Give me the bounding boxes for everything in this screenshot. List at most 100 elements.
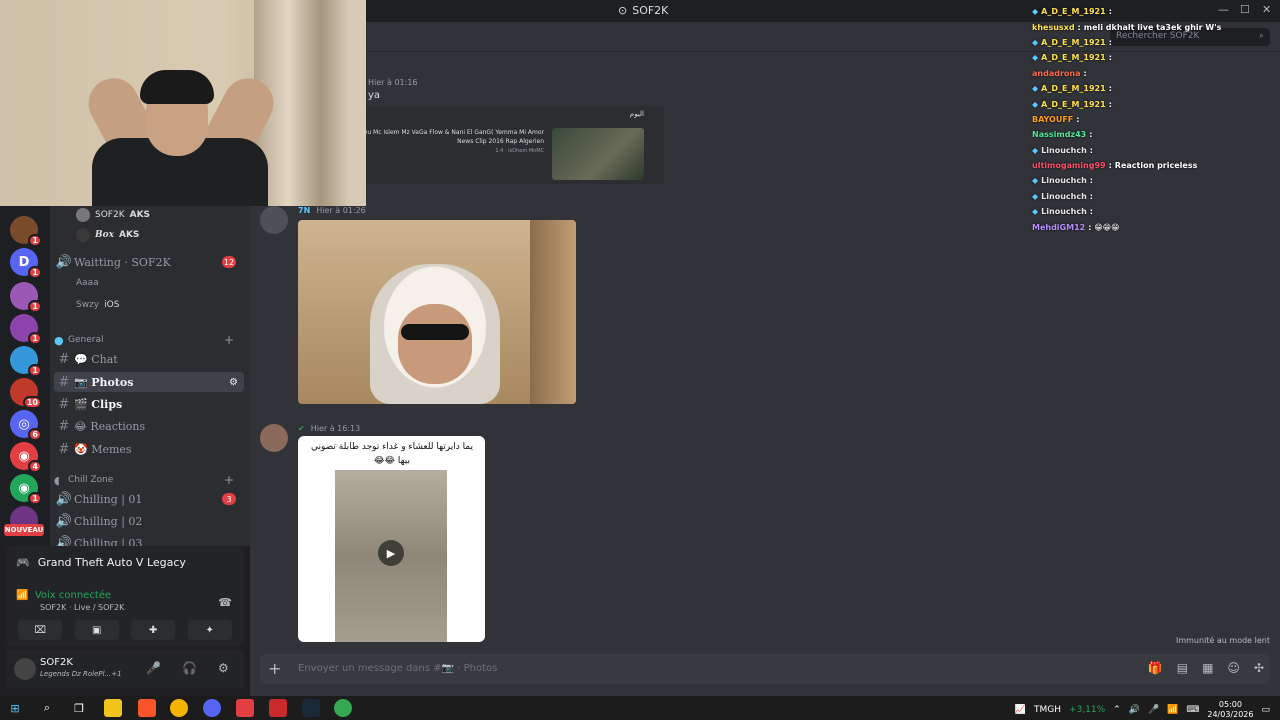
speaker-icon: 🔊 [55,513,73,529]
headphones-icon[interactable]: 🎧 [182,661,197,675]
server-icon: ⊙ [618,4,628,17]
server-icon-1[interactable]: 1 [10,216,42,247]
game-activity[interactable]: 🎮 Grand Theft Auto V Legacy [16,556,186,569]
sticker-icon[interactable]: ▦ [1202,661,1213,675]
chat-line: ◆ Linouchch : [1032,145,1093,155]
server-icon-2[interactable]: D1 [10,248,42,279]
play-icon[interactable]: ▶ [378,540,404,566]
activity-panel: 🎮 Grand Theft Auto V Legacy 📶 Voix conne… [6,546,244,646]
server-icon-6[interactable]: 10 [10,378,42,409]
server-icon-3[interactable]: 1 [10,282,42,313]
chevron-up-icon[interactable]: ⌃ [1113,705,1121,715]
notifications-icon[interactable]: ▭ [1261,705,1270,715]
steam-icon[interactable] [302,699,320,717]
app-icon[interactable] [236,699,254,717]
photo-attachment[interactable] [298,220,576,404]
channel-memes[interactable]: # 🤡 Memes [54,439,244,459]
message-input[interactable]: Envoyer un message dans #📷 · Photos [298,663,497,674]
avatar[interactable] [260,206,288,234]
emoji-icon[interactable]: ☺ [1227,661,1240,675]
voice-channel-chilling-03[interactable]: 🔊 Chilling | 03 [54,533,244,547]
channel-clips[interactable]: # 🎬 Clips [54,394,244,414]
add-attachment-icon[interactable]: + [268,659,281,678]
voice-channel-waiting[interactable]: 🔊 Waitting · SOF2K 12 [54,252,244,272]
embed-header: اليوم [629,110,644,118]
badge-icon: ◆ [1032,191,1039,201]
embed-title[interactable]: m Feu Mc Islem Mz VaGa Flow & Nani El Ga… [344,128,544,146]
voice-user[interactable]: Aaaa [76,274,99,292]
network-icon[interactable]: 📶 [1167,705,1178,715]
volume-icon[interactable]: 🔊 [1129,705,1140,715]
message-header: ✔ Hier à 16:13 [298,424,361,433]
avatar [76,208,90,222]
youtube-embed[interactable]: اليوم m Feu Mc Islem Mz VaGa Flow & Nani… [353,106,664,184]
badge-icon: ◆ [1032,176,1039,186]
server-icon-5[interactable]: 1 [10,346,42,377]
chrome-icon[interactable] [334,699,352,717]
adobe-icon[interactable] [269,699,287,717]
server-icon-7[interactable]: ◎ 6 [10,410,42,441]
chrome-icon[interactable] [170,699,188,717]
settings-icon[interactable]: ⚙ [218,661,229,675]
user-name: SOF2K [40,657,73,668]
hangup-icon[interactable]: ☎ [218,596,232,609]
voice-channel-chilling-01[interactable]: 🔊 Chilling | 01 3 [54,489,244,509]
speaker-icon: 🔊 [55,254,73,270]
category-chill-zone[interactable]: ◖ Chill Zone + [54,470,244,490]
channel-photos[interactable]: # 📷 Photos ⚙ [54,372,244,392]
video-attachment[interactable]: يما دايرتها للعشاء و غداء توجد طابلة تصو… [298,436,485,642]
voice-channel-chilling-02[interactable]: 🔊 Chilling | 02 [54,511,244,531]
windows-start-icon[interactable]: ⊞ [6,699,24,717]
apps-icon[interactable]: ✣ [1254,661,1264,675]
chat-line: ◆ A_D_E_M_1921 : [1032,53,1112,63]
chat-line: ultimogaming99 : Reaction priceless [1032,161,1198,171]
voice-status[interactable]: 📶 Voix connectée [16,590,111,601]
chat-line: MehdiGM12 : 😁😁😁 [1032,222,1120,232]
gif-icon[interactable]: ▤ [1177,661,1188,675]
game-icon: 🎮 [16,556,30,569]
chat-line: ◆ A_D_E_M_1921 : [1032,99,1112,109]
channel-chat[interactable]: # 💬 Chat [54,349,244,369]
task-view-icon[interactable]: ❐ [70,699,88,717]
microphone-icon[interactable]: 🎤 [146,661,161,675]
message-text: ya [368,90,381,101]
voice-user[interactable]: SOF2K AKS [76,206,150,224]
settings-icon[interactable]: ⚙ [229,377,238,388]
badge-icon: ◆ [1032,145,1039,155]
discord-icon[interactable] [203,699,221,717]
voice-user[interactable]: Box AKS [76,226,139,244]
microphone-icon[interactable]: 🎤 [1148,705,1159,715]
category-general[interactable]: ● General + [54,330,244,350]
server-icon-9[interactable]: ◉ 1 [10,474,42,505]
file-explorer-icon[interactable] [104,699,122,717]
search-icon[interactable]: ⌕ [38,699,56,717]
system-tray: 📈 TMGH +3,11% ⌃ 🔊 🎤 📶 ⌨ 05:00 24/03/2026… [1014,700,1270,720]
user-tag: AKS [129,210,151,220]
clock[interactable]: 05:00 24/03/2026 [1207,700,1253,720]
add-channel-icon[interactable]: + [224,473,234,487]
channel-list: SOF2K AKS Box AKS 🔊 Waitting · SOF2K 12 … [50,206,250,546]
webcam-overlay [0,0,366,206]
message-timestamp: Hier à 01:16 [368,78,418,87]
badge-icon: ◆ [1032,53,1039,63]
activities-button[interactable]: ✚ [131,620,176,640]
chat-line: ◆ Linouchch : [1032,191,1093,201]
server-icon-8[interactable]: ◉ 4 [10,442,42,473]
channel-reactions[interactable]: # 😂 Reactions [54,416,244,436]
badge-icon: ◆ [1032,99,1039,109]
message-composer[interactable]: + Envoyer un message dans #📷 · Photos 🎁 … [260,654,1270,684]
author-tag[interactable]: 7N [298,206,310,215]
screen-share-button[interactable]: ▣ [74,620,119,640]
voice-user[interactable]: Swzy iOS [76,296,119,314]
camera-off-button[interactable]: ⌧ [18,620,63,640]
gift-icon[interactable]: 🎁 [1148,661,1163,675]
keyboard-icon[interactable]: ⌨ [1186,705,1199,715]
server-icon-4[interactable]: 1 [10,314,42,345]
brave-icon[interactable] [138,699,156,717]
speaker-icon: 🔊 [55,535,73,547]
add-channel-icon[interactable]: + [224,333,234,347]
video-thumbnail[interactable] [552,128,644,180]
soundboard-button[interactable]: ✦ [187,620,232,640]
avatar[interactable] [260,424,288,452]
avatar[interactable] [14,658,36,680]
